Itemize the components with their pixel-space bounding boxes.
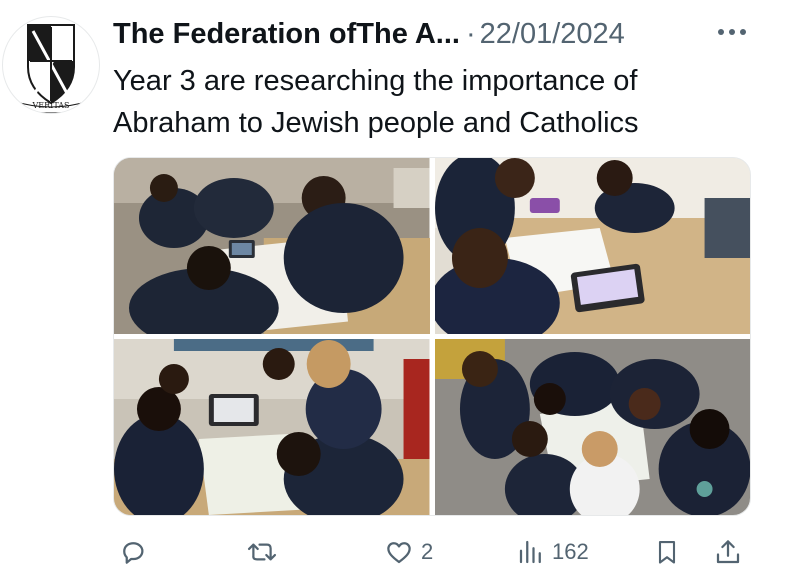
like-count: 2 bbox=[421, 539, 434, 564]
photo-4[interactable] bbox=[434, 339, 750, 515]
reply-icon bbox=[123, 542, 144, 564]
media-grid bbox=[113, 157, 751, 516]
svg-text:VERITAS: VERITAS bbox=[32, 101, 70, 110]
dominican-shield-logo: VERITAS bbox=[12, 24, 90, 113]
photo-2[interactable] bbox=[434, 158, 750, 334]
views-icon bbox=[519, 540, 541, 564]
post-header: The Federation ofThe A... · 22/01/2024 bbox=[113, 14, 750, 54]
like-button[interactable]: 2 bbox=[383, 532, 433, 572]
reply-button[interactable] bbox=[118, 532, 148, 572]
views-button[interactable]: 162 bbox=[516, 532, 589, 572]
photo-3[interactable] bbox=[114, 339, 430, 515]
share-button[interactable] bbox=[713, 532, 743, 572]
photo-1[interactable] bbox=[114, 158, 430, 334]
avatar[interactable]: VERITAS bbox=[2, 16, 100, 114]
repost-button[interactable] bbox=[246, 532, 278, 572]
author-name[interactable]: The Federation ofThe A... bbox=[113, 18, 460, 51]
repost-icon bbox=[247, 543, 277, 561]
bookmark-icon bbox=[658, 541, 676, 564]
more-icon bbox=[718, 29, 746, 35]
more-options-button[interactable] bbox=[714, 20, 750, 44]
bookmark-button[interactable] bbox=[653, 532, 681, 572]
post-date[interactable]: 22/01/2024 bbox=[480, 18, 625, 51]
post-actions: 2 162 bbox=[113, 532, 749, 572]
separator-dot: · bbox=[465, 17, 476, 50]
share-icon bbox=[716, 540, 740, 564]
post-text: Year 3 are researching the importance of… bbox=[113, 65, 639, 139]
heart-icon bbox=[387, 542, 411, 564]
views-count: 162 bbox=[552, 539, 589, 564]
